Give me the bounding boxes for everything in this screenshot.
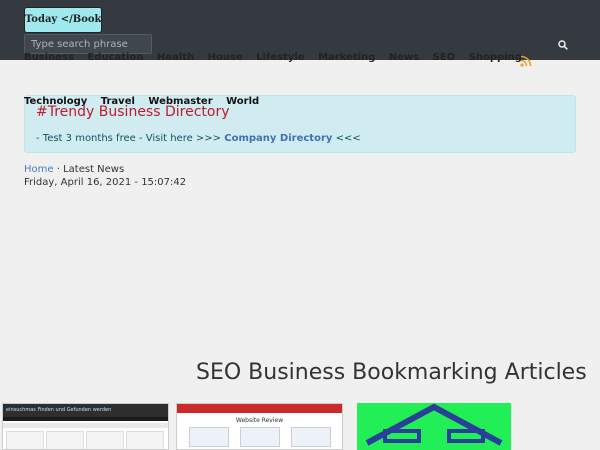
nav-item-world[interactable]: World <box>226 96 259 107</box>
breadcrumb-current: Latest News <box>63 164 125 175</box>
nav-item-news[interactable]: News <box>389 52 419 63</box>
thumbnail-caption: einsuchmas Finden und Gefunden werden <box>3 404 168 417</box>
nav-item-education[interactable]: Education <box>87 52 143 63</box>
thumbnail-caption: Website Review <box>235 417 284 424</box>
current-datetime: Friday, April 16, 2021 - 15:07:42 <box>24 177 187 188</box>
nav-item-shopping[interactable]: Shopping <box>469 52 522 63</box>
company-directory-link[interactable]: Company Directory <box>224 133 332 144</box>
nav-item-lifestyle[interactable]: Lifestyle <box>256 52 304 63</box>
nav-item-house[interactable]: House <box>208 52 243 63</box>
search-icon <box>558 40 568 50</box>
thumbnail-header <box>177 404 342 413</box>
breadcrumb-home-link[interactable]: Home <box>24 164 54 175</box>
site-logo[interactable]: Today </Bookmarking> <box>24 7 102 33</box>
thumbnail-content <box>177 424 342 449</box>
breadcrumb: Home · Latest News <box>24 164 124 175</box>
nav-item-health[interactable]: Health <box>157 52 194 63</box>
search-button[interactable] <box>552 36 574 54</box>
banner-text-before: - Test 3 months free - Visit here >>> <box>36 133 222 144</box>
article-thumbnail[interactable]: einsuchmas Finden und Gefunden werden <box>2 403 169 450</box>
nav-item-seo[interactable]: SEO <box>433 52 456 63</box>
rss-icon[interactable] <box>520 55 534 67</box>
article-thumbnail[interactable] <box>357 403 511 450</box>
search-input[interactable] <box>24 34 152 54</box>
banner-text-after: <<< <box>335 133 361 144</box>
thumbnail-subheader <box>3 417 168 421</box>
section-title: SEO Business Bookmarking Articles <box>196 360 587 385</box>
banner-text: - Test 3 months free - Visit here >>> Co… <box>36 133 361 144</box>
thumbnail-content <box>3 428 168 449</box>
nav-item-marketing[interactable]: Marketing <box>318 52 375 63</box>
nav-item-business[interactable]: Business <box>24 52 74 63</box>
breadcrumb-separator: · <box>56 164 60 175</box>
article-thumbnail[interactable]: Website Review <box>176 403 343 450</box>
house-icon <box>365 403 503 446</box>
category-nav: Business Education Health House Lifestyl… <box>24 52 522 66</box>
banner-title: #Trendy Business Directory <box>36 104 230 120</box>
